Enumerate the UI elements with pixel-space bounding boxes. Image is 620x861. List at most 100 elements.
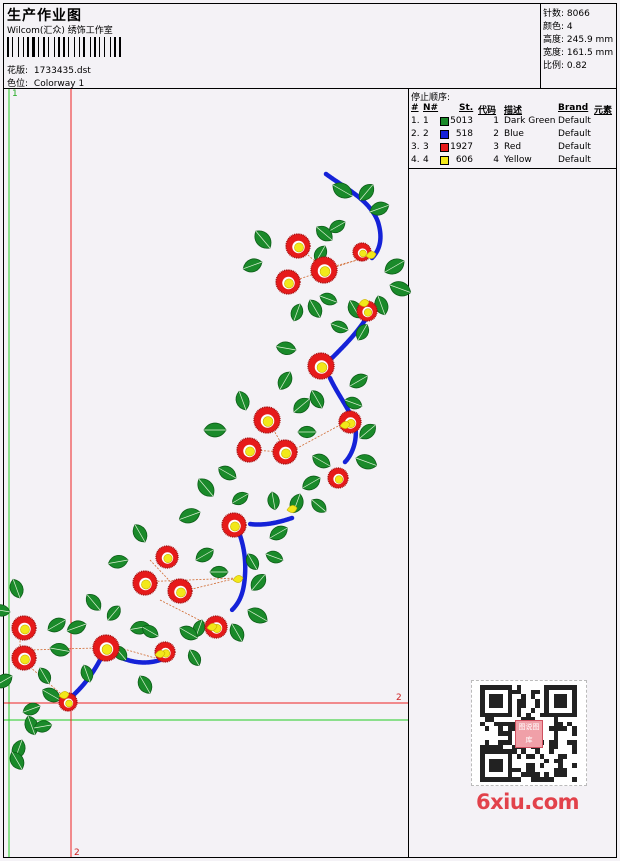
green-leaf: [250, 574, 267, 591]
green-leaf: [242, 258, 263, 273]
green-leaf: [232, 491, 249, 506]
green-leaf: [80, 664, 94, 683]
qr-module: [521, 703, 526, 708]
green-leaf: [85, 594, 102, 611]
green-leaf: [137, 675, 153, 694]
qr-module: [544, 758, 549, 764]
green-leaf: [106, 605, 121, 621]
green-leaf: [312, 453, 331, 469]
qr-module: [562, 772, 568, 777]
green-leaf: [132, 524, 148, 543]
qr-module: [535, 689, 540, 695]
green-leaf: [229, 623, 245, 642]
red-flower: [285, 233, 311, 259]
flower-center: [316, 362, 328, 373]
red-guide-label-bottom: 2: [74, 848, 80, 858]
red-flower: [352, 242, 372, 262]
green-leaf: [302, 475, 321, 491]
green-leaf: [384, 258, 405, 275]
red-flower: [236, 437, 262, 463]
flower-center: [294, 242, 304, 253]
qr-module: [484, 726, 490, 731]
qr-module: [572, 749, 577, 754]
red-flower: [275, 269, 301, 295]
qr-module: [498, 703, 503, 708]
green-leaf: [349, 373, 368, 389]
green-leaf: [9, 578, 24, 599]
qr-module: [549, 749, 554, 754]
flower-center: [230, 521, 240, 532]
flower-center: [141, 579, 151, 590]
qr-module: [572, 763, 577, 768]
red-flower: [155, 545, 179, 569]
red-flower: [167, 578, 193, 604]
red-flower: [327, 467, 349, 489]
blue-vine-segment: [247, 515, 295, 527]
green-leaf: [277, 371, 293, 390]
flower-center: [20, 654, 30, 665]
green-leaf: [267, 491, 280, 511]
green-leaf: [247, 607, 268, 624]
green-leaf: [49, 643, 71, 657]
green-leaf: [195, 547, 214, 563]
green-leaf: [203, 422, 227, 438]
qr-module: [562, 754, 568, 759]
green-leaf: [355, 454, 378, 470]
green-guide-label: 1: [12, 89, 18, 99]
qr-module: [498, 767, 503, 773]
green-leaf: [209, 565, 229, 579]
red-flower: [11, 615, 37, 641]
green-leaf: [218, 465, 237, 481]
green-leaf: [254, 230, 272, 249]
green-leaf: [330, 320, 349, 334]
yellow-bud: [232, 575, 244, 583]
flower-center: [262, 416, 274, 427]
flower-center: [281, 448, 291, 459]
flower-center: [65, 699, 73, 708]
flower-center: [176, 587, 186, 598]
qr-module: [553, 744, 559, 750]
flower-center: [101, 644, 113, 655]
qr-module: [572, 777, 577, 782]
qr-module: [562, 703, 568, 708]
qr-module: [539, 763, 545, 768]
blue-vine-segment: [229, 527, 248, 613]
qr-module: [516, 777, 522, 782]
qr-module: [516, 754, 522, 759]
red-flower: [221, 512, 247, 538]
red-flower: [253, 406, 281, 434]
flower-center: [245, 446, 255, 457]
green-leaf: [197, 478, 215, 497]
qr-module: [507, 712, 513, 718]
flower-center: [163, 554, 173, 563]
red-flower: [307, 352, 335, 380]
red-flower: [132, 570, 158, 596]
flower-center: [284, 278, 294, 289]
green-leaf: [389, 281, 412, 297]
green-leaf: [235, 390, 250, 411]
red-flower: [92, 634, 120, 662]
qr-module: [530, 754, 536, 759]
green-leaf: [178, 508, 201, 524]
green-leaf: [37, 667, 52, 684]
green-leaf: [297, 425, 317, 439]
green-leaf: [107, 555, 129, 569]
flower-center: [334, 475, 344, 484]
green-leaf: [0, 673, 13, 689]
green-leaf: [369, 201, 390, 216]
watermark-stamp: 图说图库: [515, 720, 543, 748]
red-flower: [272, 439, 298, 465]
qr-module: [535, 703, 540, 708]
green-leaf: [47, 617, 66, 633]
qr-module: [562, 726, 568, 731]
flower-center: [363, 308, 373, 317]
red-flower: [338, 410, 362, 434]
green-leaf: [187, 649, 202, 666]
qr-module: [549, 777, 554, 782]
green-leaf: [265, 550, 284, 564]
flower-center: [359, 249, 367, 258]
green-leaf: [275, 341, 297, 355]
thread-connector: [289, 424, 341, 453]
flower-center: [20, 624, 30, 635]
qr-module: [530, 708, 536, 713]
